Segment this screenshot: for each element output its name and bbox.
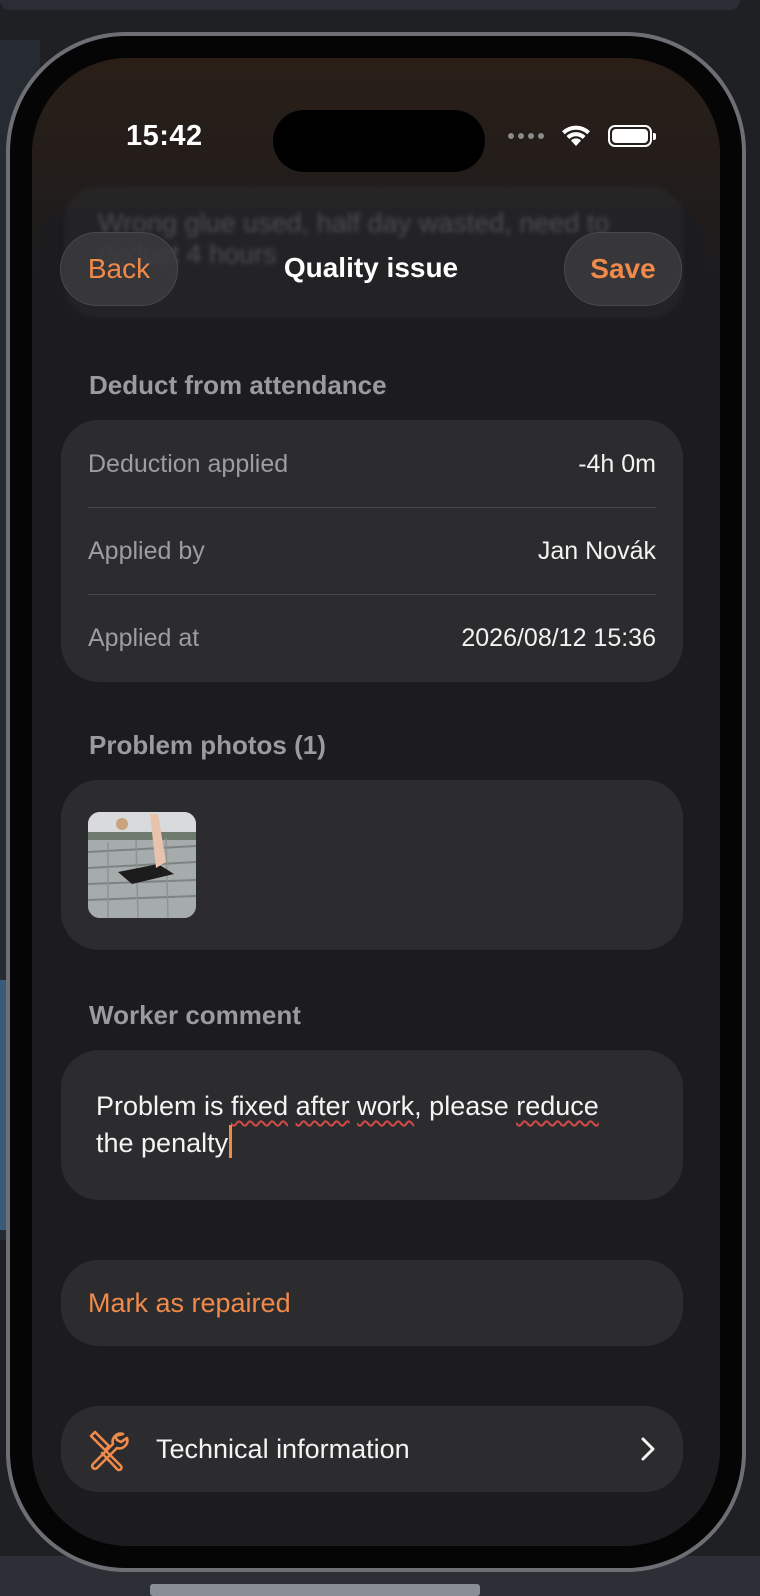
battery-icon [608,125,652,147]
tools-icon [85,1428,129,1472]
status-icons [508,124,652,148]
technical-information-row[interactable]: Technical information [61,1406,683,1492]
row-label: Deduction applied [88,450,288,479]
row-value: 2026/08/12 15:36 [461,624,656,653]
wifi-icon [560,124,592,148]
dynamic-island [273,110,485,172]
worker-comment-field[interactable]: Problem is fixed after work, please redu… [61,1050,683,1200]
deduction-card: Deduction applied -4h 0m Applied by Jan … [61,420,683,682]
desktop-bottom-thumbnail [150,1584,480,1596]
phone-frame: 15:42 Wrong glue used, half day wasted, … [6,32,746,1572]
worker-comment-text[interactable]: Problem is fixed after work, please redu… [96,1088,643,1162]
row-value: Jan Novák [538,537,656,566]
row-value: -4h 0m [578,450,656,479]
deduction-section-title: Deduct from attendance [89,370,387,401]
applied-by-row: Applied by Jan Novák [88,507,656,595]
applied-at-row: Applied at 2026/08/12 15:36 [88,594,656,682]
quality-issue-sheet: Wrong glue used, half day wasted, need t… [36,206,706,1546]
mark-repaired-label: Mark as repaired [88,1260,291,1346]
signal-icon [508,133,544,139]
photos-card [61,780,683,950]
deduction-applied-row: Deduction applied -4h 0m [88,420,656,508]
problem-photo-thumbnail[interactable] [88,812,196,918]
row-label: Applied at [88,624,199,653]
chevron-right-icon [639,1436,657,1462]
desktop-window-edge [0,0,740,10]
comment-section-title: Worker comment [89,1000,301,1031]
phone-screen: 15:42 Wrong glue used, half day wasted, … [32,58,720,1546]
save-button[interactable]: Save [564,232,682,306]
status-time: 15:42 [126,120,203,153]
row-label: Applied by [88,537,205,566]
technical-information-label: Technical information [156,1406,410,1492]
photos-section-title: Problem photos (1) [89,730,326,761]
mark-repaired-button[interactable]: Mark as repaired [61,1260,683,1346]
text-cursor [229,1125,232,1158]
